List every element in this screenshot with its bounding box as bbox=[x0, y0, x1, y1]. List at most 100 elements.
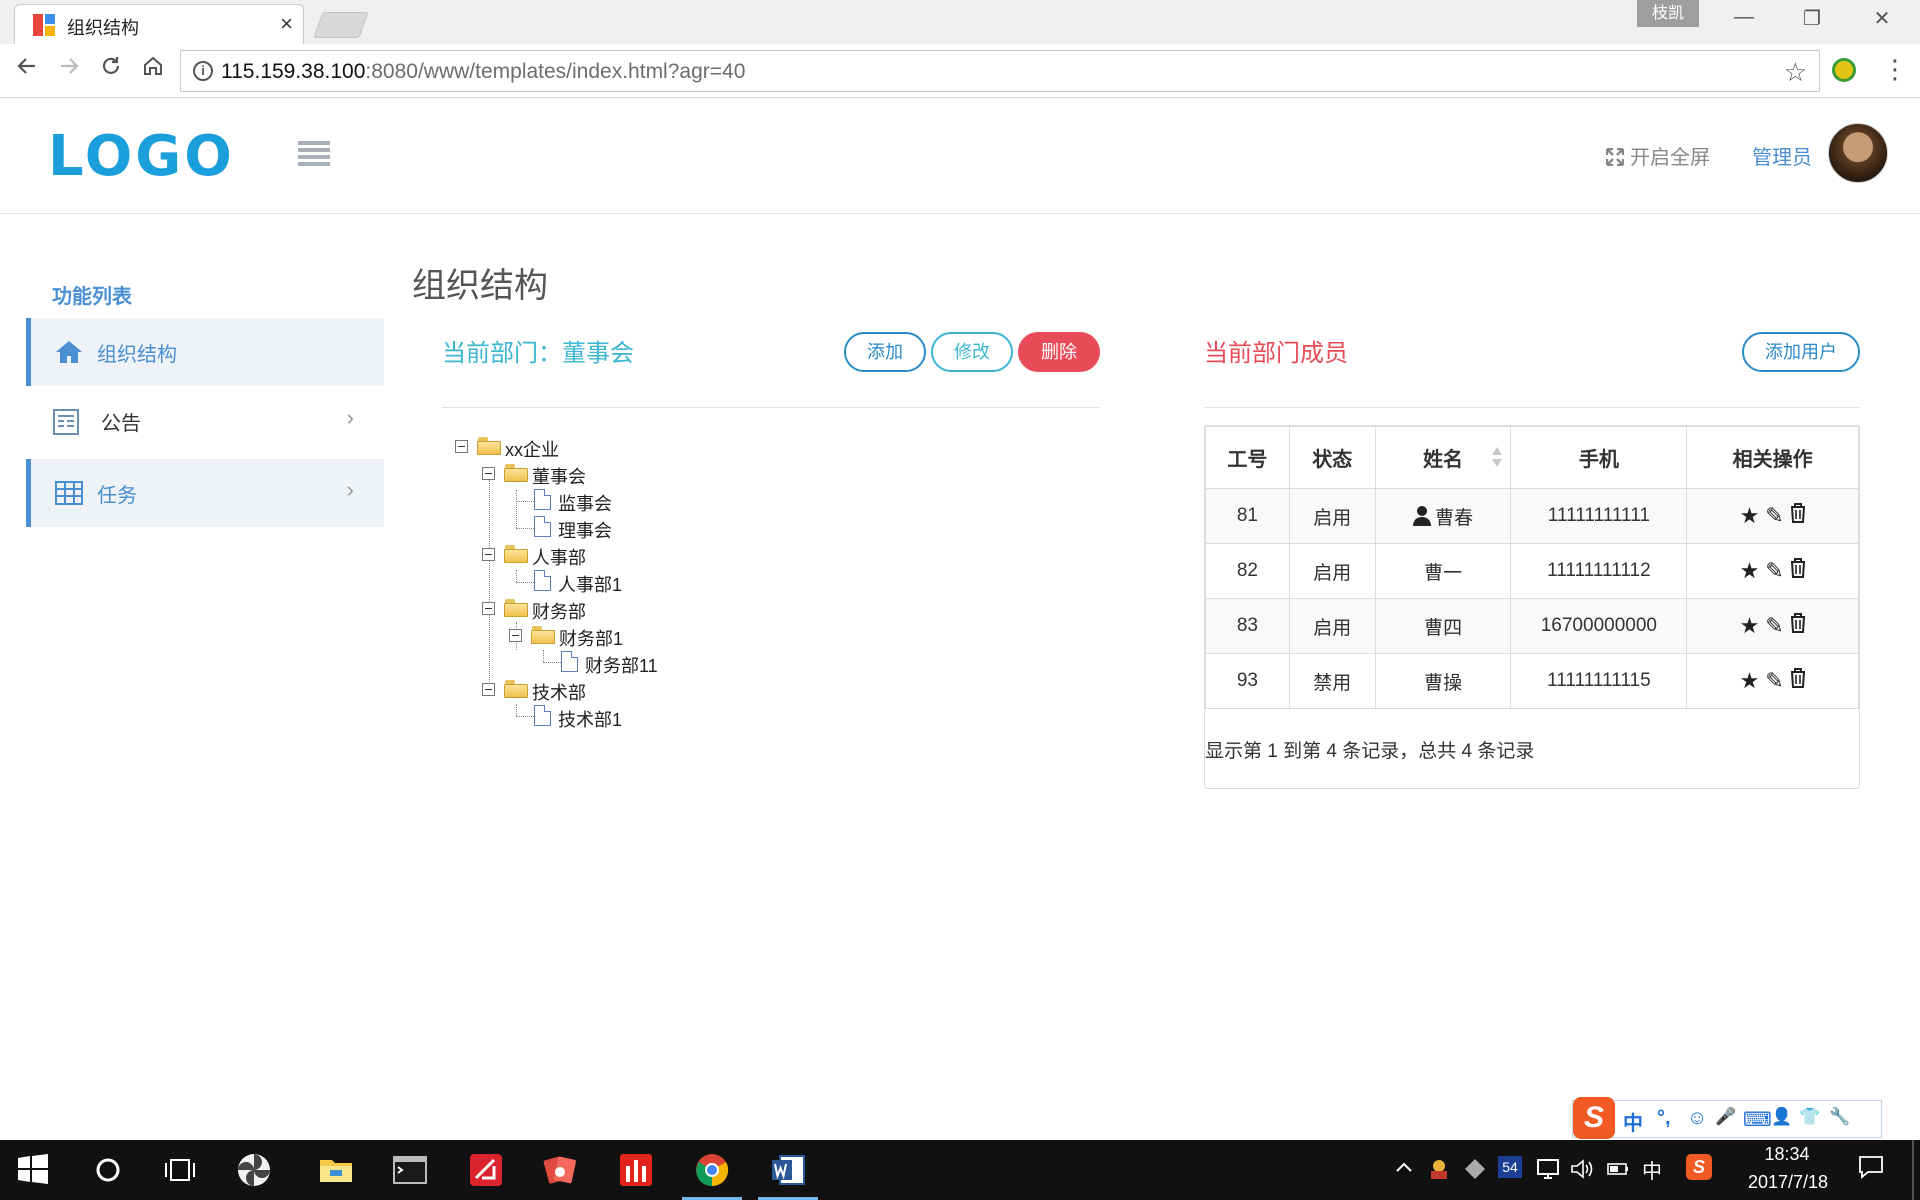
ime-toolbar: S 中 °, ☺ 🎤 ⌨ 👤 👕 🔧 bbox=[1572, 1097, 1882, 1139]
file-explorer-icon[interactable] bbox=[318, 1152, 354, 1188]
home-browser-icon[interactable] bbox=[136, 54, 170, 88]
column-header-status[interactable]: 状态 bbox=[1288, 426, 1376, 489]
trash-icon[interactable] bbox=[1790, 558, 1806, 584]
ime-user-icon[interactable]: 👤 bbox=[1771, 1107, 1792, 1127]
sogou-tray-icon[interactable]: S bbox=[1686, 1154, 1712, 1180]
table-row[interactable]: 83 启用 曹四 16700000000 ★ ✎ bbox=[1205, 598, 1859, 654]
ime-tools-icon[interactable]: 🔧 bbox=[1829, 1107, 1850, 1127]
collapse-icon[interactable] bbox=[455, 440, 468, 453]
sidebar-item-label: 组织结构 bbox=[97, 344, 177, 366]
star-icon[interactable]: ★ bbox=[1740, 668, 1760, 694]
app-red-icon[interactable] bbox=[468, 1152, 504, 1188]
menu-toggle-icon[interactable] bbox=[298, 141, 330, 167]
sidebar-item-task[interactable]: 任务 › bbox=[26, 459, 384, 527]
cell-name: 曹四 bbox=[1374, 598, 1512, 654]
fullscreen-button[interactable]: 开启全屏 bbox=[1605, 141, 1710, 170]
add-user-button[interactable]: 添加用户 bbox=[1742, 332, 1860, 372]
app-gift-icon[interactable] bbox=[618, 1152, 654, 1188]
terminal-icon[interactable] bbox=[392, 1152, 428, 1188]
column-header-phone[interactable]: 手机 bbox=[1510, 426, 1688, 489]
forward-icon[interactable] bbox=[52, 54, 86, 88]
word-icon[interactable] bbox=[770, 1152, 806, 1188]
reload-icon[interactable] bbox=[94, 54, 128, 88]
tree-node-label: 财务部11 bbox=[585, 656, 658, 676]
tab-close-icon[interactable]: × bbox=[280, 11, 293, 37]
ime-emoji-icon[interactable]: ☺ bbox=[1687, 1107, 1707, 1130]
sidebar-item-notice[interactable]: 公告 › bbox=[26, 387, 384, 455]
input-language-indicator[interactable]: 中 bbox=[1642, 1155, 1662, 1184]
tree-node-label: 财务部1 bbox=[559, 629, 624, 649]
table-row[interactable]: 81 启用 曹春 11111111111 ★ ✎ bbox=[1205, 488, 1859, 544]
tray-expand-icon[interactable] bbox=[1394, 1158, 1414, 1183]
cell-status[interactable]: 启用 bbox=[1288, 598, 1376, 654]
add-dept-button[interactable]: 添加 bbox=[844, 332, 926, 372]
ime-keyboard-icon[interactable]: ⌨ bbox=[1743, 1107, 1772, 1132]
tray-app-icon[interactable] bbox=[1428, 1158, 1450, 1185]
ime-punct-icon[interactable]: °, bbox=[1657, 1107, 1671, 1130]
avatar[interactable] bbox=[1828, 123, 1888, 183]
collapse-icon[interactable] bbox=[482, 548, 495, 561]
task-view-icon[interactable] bbox=[162, 1152, 198, 1188]
site-info-icon[interactable]: i bbox=[193, 61, 213, 81]
sogou-logo-icon[interactable]: S bbox=[1573, 1097, 1615, 1139]
clock-date[interactable]: 2017/7/18 bbox=[1733, 1172, 1843, 1193]
chrome-icon[interactable] bbox=[694, 1152, 730, 1188]
minimize-icon[interactable]: — bbox=[1714, 6, 1774, 29]
browser-menu-icon[interactable]: ⋮ bbox=[1882, 54, 1908, 85]
cell-status[interactable]: 启用 bbox=[1288, 488, 1376, 544]
column-header-id[interactable]: 工号 bbox=[1205, 426, 1290, 489]
star-icon[interactable]: ★ bbox=[1740, 613, 1760, 639]
star-icon[interactable]: ★ bbox=[1740, 558, 1760, 584]
star-icon[interactable]: ★ bbox=[1740, 503, 1760, 529]
address-bar[interactable]: i 115.159.38.100:8080/www/templates/inde… bbox=[180, 50, 1820, 92]
cell-status[interactable]: 禁用 bbox=[1288, 653, 1376, 709]
admin-username[interactable]: 管理员 bbox=[1752, 141, 1812, 170]
search-cortana-icon[interactable] bbox=[90, 1152, 126, 1188]
trash-icon[interactable] bbox=[1790, 613, 1806, 639]
tray-diamond-icon[interactable] bbox=[1464, 1158, 1486, 1185]
ime-skin-icon[interactable]: 👕 bbox=[1799, 1107, 1820, 1127]
volume-icon[interactable] bbox=[1570, 1158, 1594, 1185]
collapse-icon[interactable] bbox=[509, 629, 522, 642]
app-pinwheel-icon[interactable] bbox=[236, 1152, 272, 1188]
delete-dept-button[interactable]: 删除 bbox=[1018, 332, 1100, 372]
back-icon[interactable] bbox=[10, 54, 44, 88]
table-row[interactable]: 82 启用 曹一 11111111112 ★ ✎ bbox=[1205, 543, 1859, 599]
edit-icon[interactable]: ✎ bbox=[1765, 503, 1783, 529]
trash-icon[interactable] bbox=[1790, 503, 1806, 529]
window-close-icon[interactable]: ✕ bbox=[1852, 6, 1912, 31]
browser-tab[interactable]: 组织结构 × bbox=[14, 4, 304, 44]
column-header-actions: 相关操作 bbox=[1686, 426, 1859, 489]
windows-start-icon[interactable] bbox=[18, 1154, 54, 1190]
collapse-icon[interactable] bbox=[482, 683, 495, 696]
new-tab-button[interactable] bbox=[313, 12, 369, 38]
profile-badge[interactable]: 枝凯 bbox=[1637, 0, 1699, 27]
restore-icon[interactable]: ❐ bbox=[1782, 6, 1842, 31]
network-icon[interactable] bbox=[1536, 1158, 1560, 1185]
edit-dept-button[interactable]: 修改 bbox=[931, 332, 1013, 372]
ime-voice-icon[interactable]: 🎤 bbox=[1715, 1107, 1736, 1127]
edit-icon[interactable]: ✎ bbox=[1765, 558, 1783, 584]
edit-icon[interactable]: ✎ bbox=[1765, 668, 1783, 694]
clock-time[interactable]: 18:34 bbox=[1757, 1144, 1817, 1165]
extension-icon[interactable] bbox=[1832, 58, 1856, 82]
chevron-right-icon: › bbox=[346, 477, 354, 502]
bookmark-star-icon[interactable]: ☆ bbox=[1784, 57, 1807, 88]
tree-connector bbox=[516, 582, 534, 583]
notifications-icon[interactable] bbox=[1858, 1154, 1884, 1185]
ime-lang-icon[interactable]: 中 bbox=[1623, 1107, 1643, 1136]
battery-icon[interactable] bbox=[1606, 1158, 1630, 1185]
table-row[interactable]: 93 禁用 曹操 11111111115 ★ ✎ bbox=[1205, 653, 1859, 709]
tray-badge[interactable]: 54 bbox=[1498, 1156, 1522, 1178]
expand-icon bbox=[1605, 147, 1625, 167]
sidebar-item-org[interactable]: 组织结构 bbox=[26, 318, 384, 386]
collapse-icon[interactable] bbox=[482, 467, 495, 480]
sort-icon[interactable] bbox=[1492, 447, 1503, 469]
show-desktop-strip[interactable] bbox=[1912, 1140, 1914, 1200]
column-header-name[interactable]: 姓名 bbox=[1374, 426, 1512, 489]
cell-status[interactable]: 启用 bbox=[1288, 543, 1376, 599]
edit-icon[interactable]: ✎ bbox=[1765, 613, 1783, 639]
trash-icon[interactable] bbox=[1790, 668, 1806, 694]
collapse-icon[interactable] bbox=[482, 602, 495, 615]
app-cards-icon[interactable] bbox=[542, 1152, 578, 1188]
